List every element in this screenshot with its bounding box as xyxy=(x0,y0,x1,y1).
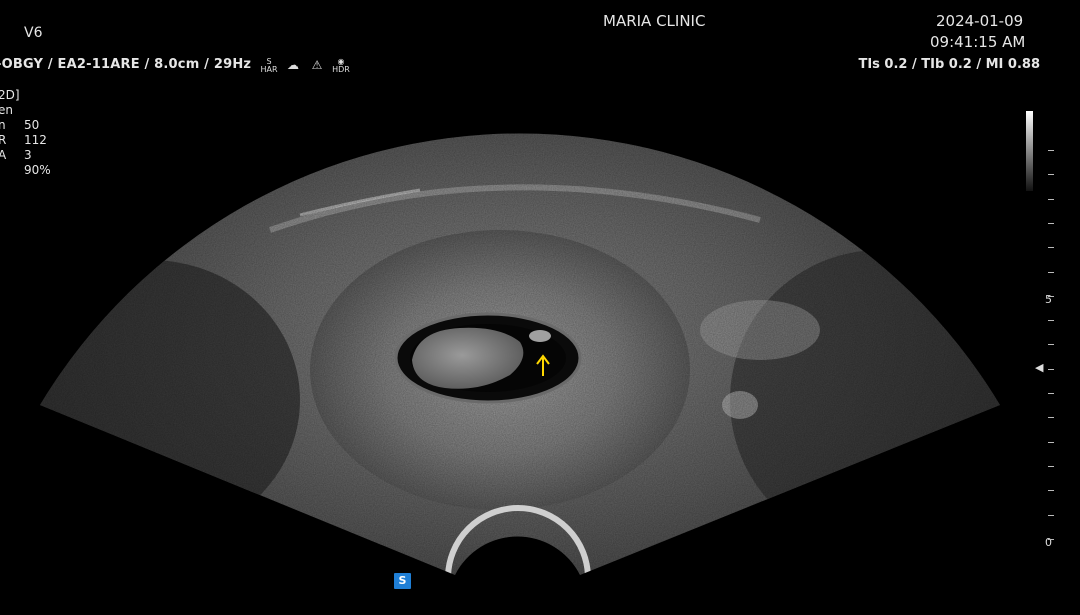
eye-hdr-icon: ◉ HDR xyxy=(332,57,350,74)
depth-tick xyxy=(1048,441,1054,443)
scan-sector xyxy=(40,133,1000,575)
depth-tick xyxy=(1048,222,1054,224)
param-row: A3 xyxy=(0,148,32,162)
depth-tick xyxy=(1048,538,1054,540)
s-har-icon: S HAR xyxy=(260,57,278,74)
depth-tick xyxy=(1048,465,1054,467)
depth-tick xyxy=(1048,295,1054,297)
cloud-icon: ☁ xyxy=(287,58,299,72)
depth-tick xyxy=(1048,198,1054,200)
preset-probe-info: -OBGY / EA2-11ARE / 8.0cm / 29Hz xyxy=(0,57,252,72)
exam-time: 09:41:15 AM xyxy=(930,33,1026,51)
depth-tick xyxy=(1048,320,1054,322)
warning-triangle-icon: ⚠ xyxy=(311,58,323,72)
param-row: 2D] xyxy=(0,88,20,102)
depth-tick xyxy=(1048,514,1054,516)
depth-tick xyxy=(1048,490,1054,492)
param-row: en xyxy=(0,103,13,117)
depth-tick xyxy=(1048,271,1054,273)
probe-orientation-badge: S xyxy=(394,573,411,589)
param-row: 90% xyxy=(24,163,51,177)
clinic-name: MARIA CLINIC xyxy=(603,12,706,30)
depth-tick xyxy=(1048,150,1054,151)
param-row: n 50 xyxy=(0,118,40,132)
depth-tick xyxy=(1048,344,1054,346)
focus-marker-icon[interactable]: ◀ xyxy=(1035,361,1043,374)
depth-tick xyxy=(1048,247,1054,249)
mode-icons: S HAR ☁ ⚠ ◉ HDR xyxy=(260,58,350,74)
depth-tick xyxy=(1048,417,1054,419)
depth-scale: 5 0 xyxy=(1040,0,1070,615)
depth-tick xyxy=(1048,393,1054,394)
device-model: V6 xyxy=(24,25,43,41)
grayscale-bar xyxy=(1026,111,1033,191)
depth-tick xyxy=(1048,368,1054,370)
depth-tick xyxy=(1048,174,1054,176)
yolk-sac xyxy=(529,330,551,342)
param-row: R 112 xyxy=(0,133,47,147)
exam-date: 2024-01-09 xyxy=(936,12,1024,30)
imaging-parameters: 2D] en n 50 R 112 A3 90% xyxy=(0,88,51,178)
acoustic-output: TIs 0.2 / TIb 0.2 / MI 0.88 xyxy=(858,57,1040,72)
ultrasound-image[interactable] xyxy=(0,0,1080,615)
